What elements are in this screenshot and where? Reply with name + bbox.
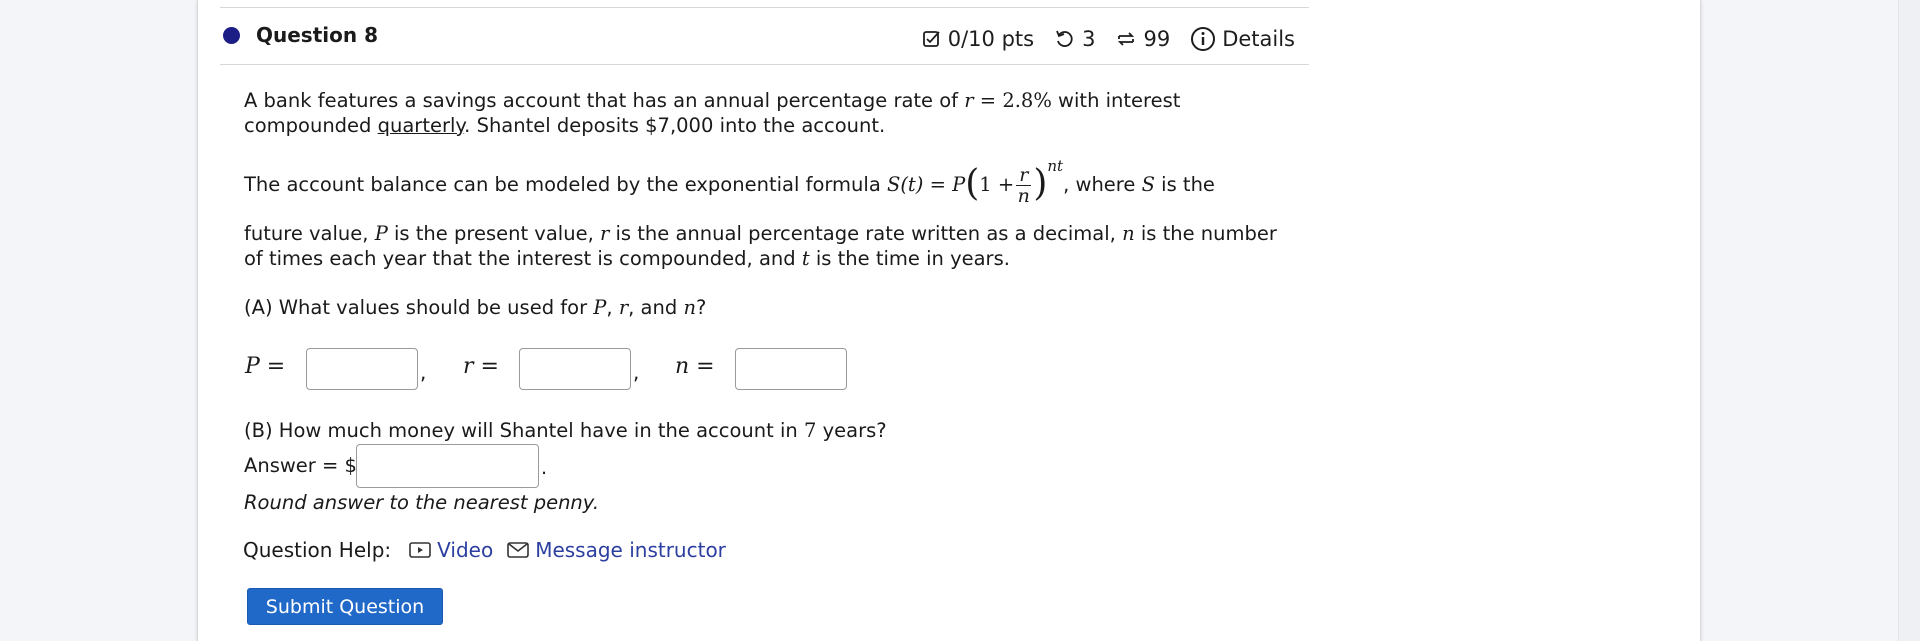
- formula-fraction: rn: [1016, 165, 1032, 207]
- var-t: t: [801, 247, 810, 270]
- rate-value: = 2.8%: [973, 89, 1052, 112]
- comma-2: ,: [633, 360, 640, 384]
- formula-denominator: n: [1017, 185, 1030, 207]
- video-icon[interactable]: [409, 541, 431, 559]
- formula-paren-open: (: [965, 163, 980, 204]
- score-text: 0/10 pts: [947, 27, 1035, 51]
- attempts-count: 99: [1143, 27, 1171, 51]
- retry-icon: [1054, 28, 1076, 50]
- var-r-2: r: [599, 222, 610, 245]
- formula-exponent: nt: [1047, 157, 1064, 175]
- question-help: Question Help: Video Message instructor: [243, 536, 726, 564]
- question-status-dot: [223, 27, 240, 44]
- answer-input[interactable]: [356, 444, 539, 488]
- checkbox-icon: [922, 29, 942, 49]
- years-value: 7: [803, 419, 817, 442]
- var-S: S: [1141, 173, 1155, 196]
- part-a-prompt: (A) What values should be used for P, r,…: [244, 295, 706, 320]
- var-P: P: [374, 222, 388, 245]
- p1-text-c: . Shantel deposits $7,000 into the accou…: [464, 114, 886, 137]
- input-r[interactable]: [519, 348, 631, 390]
- rounding-note: Round answer to the nearest penny.: [244, 491, 600, 514]
- formula-paren-close: ): [1033, 163, 1048, 204]
- formula-one: 1 +: [979, 173, 1015, 196]
- input-n[interactable]: [735, 348, 847, 390]
- formula-left: S(t) = P: [886, 173, 966, 196]
- p2-text-e: is the present value,: [387, 222, 600, 245]
- p2-text-b: , where: [1063, 173, 1142, 196]
- answer-period: .: [541, 457, 548, 479]
- attempts-icon: [1115, 28, 1137, 50]
- p2-text-d: future value,: [244, 222, 375, 245]
- p2-text-f: is the annual percentage rate written as…: [609, 222, 1123, 245]
- part-a-end: ?: [696, 296, 707, 319]
- mail-icon[interactable]: [507, 541, 530, 559]
- part-a-var-n: n: [683, 296, 697, 319]
- retries-count: 3: [1082, 27, 1096, 51]
- answer-label: Answer = $: [244, 454, 357, 477]
- problem-paragraph-1: A bank features a savings account that h…: [244, 88, 1304, 138]
- label-r: r =: [463, 354, 499, 379]
- p2-text-h: of times each year that the interest is …: [244, 247, 802, 270]
- p2-text-a: The account balance can be modeled by th…: [244, 173, 887, 196]
- p2-text-g: is the number: [1134, 222, 1277, 245]
- part-b-text-b: years?: [816, 419, 887, 442]
- question-meta: 0/10 pts 3 99 Details: [922, 25, 1295, 53]
- info-icon[interactable]: [1190, 26, 1216, 52]
- scrollbar-track[interactable]: [1898, 0, 1920, 641]
- part-a-var-r: r: [618, 296, 629, 319]
- video-link[interactable]: Video: [437, 538, 493, 562]
- label-P: P =: [245, 354, 286, 379]
- details-link[interactable]: Details: [1222, 27, 1295, 51]
- var-r: r: [964, 89, 974, 112]
- problem-paragraph-2-line1: The account balance can be modeled by th…: [244, 157, 1304, 207]
- submit-question-button[interactable]: Submit Question: [247, 588, 443, 625]
- var-n: n: [1122, 222, 1135, 245]
- p2-text-i: is the time in years.: [809, 247, 1010, 270]
- part-a-var-P: P: [593, 296, 607, 319]
- part-a-sep1: ,: [606, 296, 619, 319]
- p2-text-c: is the: [1154, 173, 1215, 196]
- term-quarterly[interactable]: quarterly: [378, 114, 465, 137]
- part-a-text: (A) What values should be used for: [244, 296, 594, 319]
- question-title: Question 8: [256, 23, 378, 47]
- comma-1: ,: [420, 360, 427, 384]
- divider-question: [220, 64, 1309, 65]
- p1-text-a: A bank features a savings account that h…: [244, 89, 965, 112]
- part-b-text: (B) How much money will Shantel have in …: [244, 419, 804, 442]
- input-P[interactable]: [306, 348, 418, 390]
- part-a-sep2: , and: [628, 296, 684, 319]
- formula-numerator: r: [1016, 165, 1032, 186]
- help-label: Question Help:: [243, 538, 392, 562]
- divider-top: [220, 7, 1309, 8]
- label-n: n =: [675, 354, 715, 379]
- message-instructor-link[interactable]: Message instructor: [535, 538, 726, 562]
- problem-paragraph-2-rest: future value, P is the present value, r …: [244, 221, 1304, 271]
- part-b-prompt: (B) How much money will Shantel have in …: [244, 418, 887, 443]
